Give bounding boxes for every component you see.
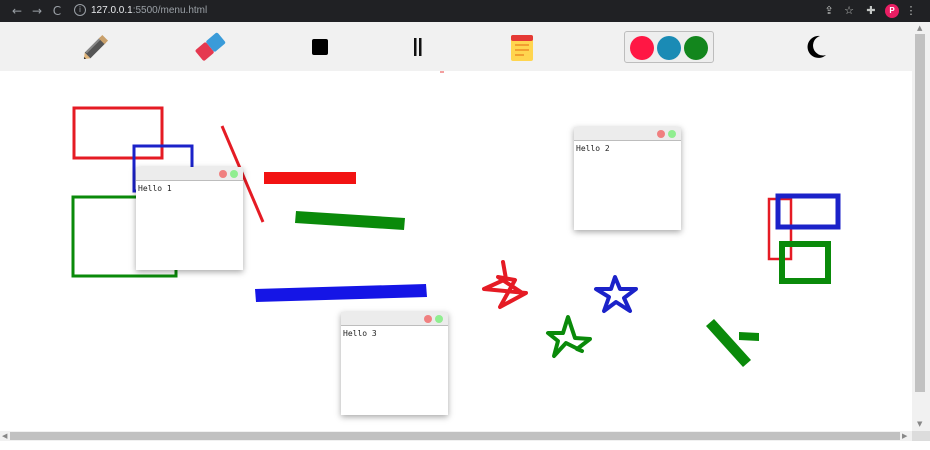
pencil-tool-button[interactable] <box>76 28 116 66</box>
back-icon[interactable]: ← <box>10 3 24 19</box>
color-swatch-green[interactable] <box>684 36 708 60</box>
menu-icon[interactable]: ⋮ <box>904 3 918 19</box>
stroke-marker <box>440 71 444 73</box>
profile-avatar[interactable]: P <box>885 4 899 18</box>
color-swatch-red[interactable] <box>630 36 654 60</box>
scrollbar-corner <box>912 431 930 441</box>
sticky-note-icon <box>511 35 533 61</box>
pause-icon <box>414 38 422 56</box>
note-minimize-icon[interactable] <box>668 130 676 138</box>
moon-icon <box>807 35 826 58</box>
green-right-rectangle <box>779 241 831 284</box>
note-close-icon[interactable] <box>424 315 432 323</box>
eraser-tool-button[interactable] <box>190 28 230 66</box>
note-minimize-icon[interactable] <box>435 315 443 323</box>
note-close-icon[interactable] <box>219 170 227 178</box>
note-title-bar[interactable] <box>341 312 448 326</box>
note-title-bar[interactable] <box>136 167 243 181</box>
green-diagonal-stroke <box>706 319 751 367</box>
horizontal-scrollbar[interactable]: ◀ ▶ <box>0 431 912 441</box>
reload-icon[interactable]: C <box>50 3 64 19</box>
eraser-icon <box>195 32 226 61</box>
scroll-left-icon[interactable]: ◀ <box>2 432 7 440</box>
url-host: 127.0.0.1 <box>91 5 133 16</box>
square-tool-button[interactable] <box>300 28 340 66</box>
sticky-note-3[interactable]: Hello 3 <box>341 312 448 415</box>
scroll-down-icon[interactable]: ▼ <box>917 420 922 428</box>
vertical-scrollbar[interactable]: ▲ ▼ <box>912 22 930 431</box>
star-icon[interactable]: ☆ <box>842 3 856 19</box>
app-toolbar <box>0 22 912 71</box>
sticky-note-1[interactable]: Hello 1 <box>136 167 243 270</box>
scroll-right-icon[interactable]: ▶ <box>902 432 907 440</box>
green-short-stroke <box>739 332 759 341</box>
share-icon[interactable]: ⇪ <box>822 3 836 19</box>
note-text[interactable]: Hello 1 <box>138 184 172 194</box>
blue-bar-stroke <box>255 284 427 302</box>
pencil-icon <box>83 34 109 60</box>
note-minimize-icon[interactable] <box>230 170 238 178</box>
note-close-icon[interactable] <box>657 130 665 138</box>
red-rectangle <box>72 106 164 160</box>
green-star-stroke <box>546 315 592 358</box>
red-bar-stroke <box>264 172 356 184</box>
horizontal-scroll-thumb[interactable] <box>10 432 900 440</box>
url-path: :5500/menu.html <box>132 5 208 16</box>
square-icon <box>312 39 328 55</box>
sticky-note-2[interactable]: Hello 2 <box>574 127 681 230</box>
color-swatch-blue[interactable] <box>657 36 681 60</box>
drawing-canvas[interactable]: Hello 1 Hello 2 Hello 3 <box>0 71 912 431</box>
site-info-icon[interactable]: i <box>74 4 86 16</box>
color-picker <box>624 31 714 63</box>
vertical-scroll-thumb[interactable] <box>915 34 925 392</box>
scroll-up-icon[interactable]: ▲ <box>917 24 922 32</box>
green-bar-stroke <box>295 211 405 230</box>
sticky-note-tool-button[interactable] <box>502 28 542 66</box>
pause-tool-button[interactable] <box>398 28 438 66</box>
note-title-bar[interactable] <box>574 127 681 141</box>
note-text[interactable]: Hello 3 <box>343 329 377 339</box>
forward-icon[interactable]: → <box>30 3 44 19</box>
red-star-stroke <box>482 260 528 309</box>
browser-toolbar: ← → C i 127.0.0.1:5500/menu.html ⇪ ☆ ✚ P… <box>0 0 930 22</box>
theme-toggle-button[interactable] <box>796 28 836 66</box>
blue-right-rectangle <box>775 193 841 230</box>
puzzle-icon[interactable]: ✚ <box>864 3 878 19</box>
address-bar[interactable]: 127.0.0.1:5500/menu.html <box>91 4 207 18</box>
note-text[interactable]: Hello 2 <box>576 144 610 154</box>
blue-star-stroke <box>594 275 638 313</box>
window-bottom-edge <box>0 441 930 450</box>
